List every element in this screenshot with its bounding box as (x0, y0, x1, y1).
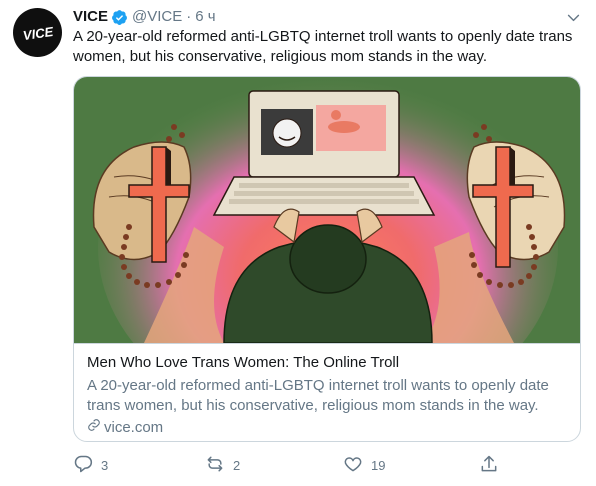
verified-badge-icon (111, 9, 128, 26)
tweet-header: VICE @VICE · 6 ч (73, 7, 216, 27)
account-name[interactable]: VICE (73, 7, 108, 27)
link-icon (87, 418, 104, 438)
link-card[interactable]: Men Who Love Trans Women: The Online Tro… (73, 76, 581, 442)
reply-count: 3 (101, 457, 109, 473)
card-description: A 20-year-old reformed anti-LGBTQ intern… (87, 377, 549, 414)
vice-logo: VICE (22, 23, 54, 42)
like-count: 19 (371, 457, 386, 473)
heart-icon (343, 454, 363, 477)
card-image[interactable] (74, 77, 580, 427)
reply-button[interactable]: 3 (73, 452, 108, 478)
tweet-actions: 3 2 19 (73, 452, 585, 478)
card-domain-text: vice.com (104, 419, 164, 436)
reply-icon (73, 454, 93, 477)
retweet-button[interactable]: 2 (205, 452, 240, 478)
retweet-icon (205, 454, 225, 477)
card-domain[interactable]: vice.com (87, 418, 567, 438)
avatar[interactable]: VICE (13, 8, 62, 57)
like-button[interactable]: 19 (343, 452, 385, 478)
tweet-text: A 20-year-old reformed anti-LGBTQ intern… (73, 28, 573, 65)
retweet-count: 2 (233, 457, 241, 473)
share-icon (479, 454, 499, 477)
separator-dot: · (186, 8, 192, 25)
tweet[interactable]: VICE VICE @VICE · 6 ч A 20-year-old refo… (0, 0, 596, 486)
account-handle[interactable]: @VICE (132, 7, 182, 27)
card-title[interactable]: Men Who Love Trans Women: The Online Tro… (87, 353, 567, 373)
svg-text:VICE: VICE (22, 23, 54, 42)
card-body[interactable]: Men Who Love Trans Women: The Online Tro… (74, 343, 580, 441)
tweet-timestamp[interactable]: 6 ч (195, 7, 215, 27)
share-button[interactable] (479, 452, 499, 478)
